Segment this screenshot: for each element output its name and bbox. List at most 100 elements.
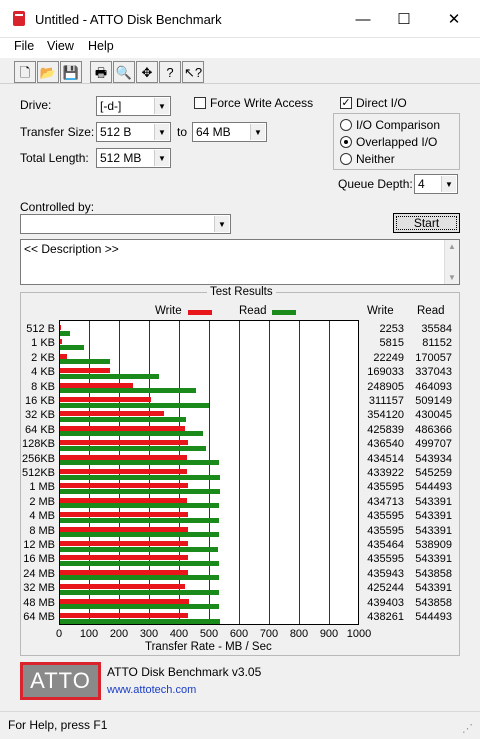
read-value: 35584 bbox=[421, 323, 452, 335]
read-value: 543391 bbox=[415, 510, 452, 523]
chart-category-label: 8 MB bbox=[29, 524, 55, 537]
queue-depth-select[interactable]: 4 ▼ bbox=[414, 174, 458, 194]
read-value: 509149 bbox=[415, 395, 452, 407]
chart-category-label: 512 B bbox=[26, 323, 55, 335]
read-value: 544493 bbox=[415, 611, 452, 623]
overlapped-io-radio[interactable] bbox=[340, 136, 352, 148]
save-icon[interactable]: 💾 bbox=[60, 61, 82, 83]
write-value: 311157 bbox=[368, 395, 404, 407]
read-bar bbox=[60, 517, 220, 523]
read-value: 430045 bbox=[415, 409, 452, 422]
chart-x-tick-label: 0 bbox=[55, 628, 63, 640]
status-text: For Help, press F1 bbox=[8, 718, 108, 732]
read-bar bbox=[60, 546, 218, 552]
chart-x-tick-label: 800 bbox=[289, 628, 309, 640]
write-bar bbox=[60, 353, 67, 359]
read-value: 543934 bbox=[415, 452, 452, 465]
write-value: 169033 bbox=[367, 366, 404, 379]
write-value: 433922 bbox=[367, 467, 404, 479]
description-textarea[interactable]: << Description >> ▲ ▼ bbox=[20, 239, 460, 285]
drive-label: Drive: bbox=[20, 98, 52, 112]
help-icon[interactable]: ? bbox=[159, 61, 181, 83]
chart-x-tick-label: 700 bbox=[259, 628, 279, 640]
chart-category-label: 256KB bbox=[21, 452, 55, 465]
move-icon[interactable]: ✥ bbox=[136, 61, 158, 83]
write-value: 439403 bbox=[367, 596, 404, 609]
maximize-button[interactable]: ☐ bbox=[381, 0, 427, 38]
write-value: 434514 bbox=[367, 452, 404, 465]
description-scrollbar[interactable]: ▲ ▼ bbox=[444, 240, 459, 284]
read-bar bbox=[60, 604, 220, 610]
minimize-button[interactable]: — bbox=[340, 0, 386, 38]
scroll-down-icon[interactable]: ▼ bbox=[448, 273, 456, 282]
transfer-size-to-select[interactable]: 64 MB ▼ bbox=[192, 122, 267, 142]
test-results-title: Test Results bbox=[207, 286, 276, 298]
chart-category-label: 4 MB bbox=[29, 510, 55, 523]
io-comparison-label: I/O Comparison bbox=[356, 118, 441, 132]
read-value: 464093 bbox=[415, 380, 452, 393]
read-bar bbox=[60, 359, 110, 365]
print-icon[interactable]: 🖶 bbox=[90, 61, 112, 83]
menu-view[interactable]: View bbox=[47, 39, 74, 53]
write-value: 435464 bbox=[367, 539, 404, 551]
neither-label: Neither bbox=[356, 152, 395, 166]
queue-depth-value: 4 bbox=[418, 177, 425, 191]
drive-select[interactable]: [-d-] ▼ bbox=[96, 96, 171, 116]
chart-x-tick-label: 200 bbox=[109, 628, 129, 640]
start-button[interactable]: Start bbox=[393, 213, 460, 233]
scroll-up-icon[interactable]: ▲ bbox=[448, 242, 456, 251]
chart-category-label: 2 MB bbox=[29, 495, 55, 508]
read-bar bbox=[60, 344, 84, 350]
read-bar bbox=[60, 618, 220, 624]
print-preview-icon[interactable]: 🔍 bbox=[113, 61, 135, 83]
read-value: 337043 bbox=[415, 366, 452, 379]
write-bar bbox=[60, 339, 62, 345]
website-link[interactable]: www.attotech.com bbox=[107, 684, 196, 696]
to-label: to bbox=[177, 125, 188, 139]
write-value: 435943 bbox=[367, 567, 404, 580]
write-bar bbox=[60, 411, 164, 417]
read-bar bbox=[60, 388, 196, 394]
transfer-to-value: 64 MB bbox=[196, 125, 231, 139]
menu-file[interactable]: File bbox=[14, 39, 34, 53]
direct-io-checkbox[interactable]: ✓ bbox=[340, 97, 352, 109]
chart-category-label: 32 MB bbox=[23, 582, 55, 595]
menu-help[interactable]: Help bbox=[88, 39, 114, 53]
write-bar bbox=[60, 425, 185, 431]
write-bar bbox=[60, 512, 188, 518]
context-help-icon[interactable]: ↖? bbox=[182, 61, 204, 83]
legend-read-label: Read bbox=[239, 305, 267, 317]
resize-grip-icon[interactable]: ⋰ bbox=[462, 722, 473, 735]
write-bar bbox=[60, 469, 188, 474]
description-text: << Description >> bbox=[24, 242, 119, 256]
chart-x-tick-label: 100 bbox=[79, 628, 99, 640]
write-value: 434713 bbox=[367, 495, 404, 508]
read-value: 543858 bbox=[415, 596, 452, 609]
write-value: 438261 bbox=[367, 611, 404, 623]
chart-gridline bbox=[239, 321, 240, 624]
chart-category-label: 24 MB bbox=[23, 567, 55, 580]
chart-plot-area bbox=[59, 320, 359, 625]
legend-write-swatch bbox=[188, 310, 212, 315]
write-bar bbox=[60, 598, 189, 604]
open-folder-icon[interactable]: 📂 bbox=[37, 61, 59, 83]
controlled-by-select[interactable]: ▼ bbox=[20, 214, 231, 234]
force-write-checkbox[interactable] bbox=[194, 97, 206, 109]
chart-category-label: 2 KB bbox=[31, 351, 55, 364]
close-button[interactable]: ✕ bbox=[431, 0, 477, 38]
read-value: 543858 bbox=[415, 567, 452, 580]
read-bar bbox=[60, 488, 220, 494]
force-write-label: Force Write Access bbox=[210, 96, 314, 110]
transfer-size-from-select[interactable]: 512 B ▼ bbox=[96, 122, 171, 142]
neither-radio[interactable] bbox=[340, 153, 352, 165]
io-comparison-radio[interactable] bbox=[340, 119, 352, 131]
write-value: 436540 bbox=[367, 438, 404, 451]
write-bar bbox=[60, 526, 188, 532]
write-bar bbox=[60, 613, 189, 618]
write-value: 248905 bbox=[367, 380, 404, 393]
chevron-down-icon: ▼ bbox=[154, 98, 169, 114]
chart-category-label: 1 MB bbox=[29, 481, 55, 494]
write-bar bbox=[60, 483, 188, 489]
total-length-select[interactable]: 512 MB ▼ bbox=[96, 148, 171, 168]
new-file-icon[interactable]: 🗋 bbox=[14, 61, 36, 83]
